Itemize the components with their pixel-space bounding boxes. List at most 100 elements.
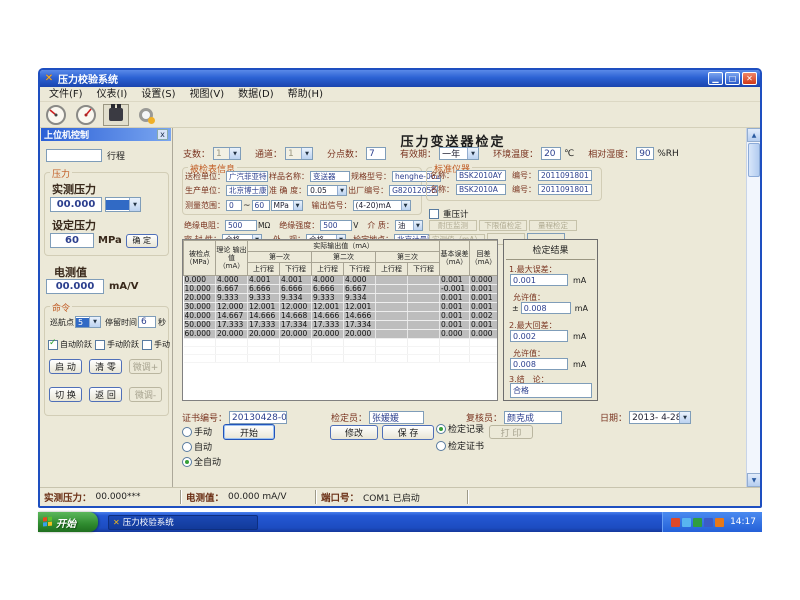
status-bar: 实测压力： 00.000*** 电测值： 00.000 mA/V 端口号： CO… [40, 487, 760, 506]
temperature-input[interactable]: 20 [541, 147, 561, 160]
radio-option[interactable]: 全自动 [182, 455, 221, 468]
taskbar-item-app[interactable]: ✕ 压力校验系统 [108, 515, 258, 530]
signal-combo[interactable]: (4-20)mA▼ [353, 200, 411, 211]
medium-combo[interactable]: 油▼ [395, 220, 423, 231]
sample-input[interactable]: 变送器 [310, 171, 350, 182]
checkbox-option[interactable]: 手动 [142, 339, 170, 350]
modify-button[interactable]: 修改 [330, 425, 378, 440]
minimize-button[interactable]: ▁ [708, 72, 723, 85]
cert-input[interactable]: 20130428-01 [229, 411, 287, 424]
pressure-unit-combo[interactable]: ▼ [105, 197, 141, 212]
travel-input[interactable] [46, 149, 102, 162]
resistance-input[interactable]: 500 [225, 220, 257, 231]
cruise-point-combo[interactable]: 5 ▼ [75, 316, 101, 328]
chevron-down-icon[interactable]: ▼ [129, 198, 140, 211]
reviewer-input[interactable]: 颜克成 [504, 411, 562, 424]
checked-checkbox-icon[interactable] [48, 340, 58, 350]
menu-item[interactable]: 数据(D) [231, 87, 281, 102]
network-tray-icon[interactable] [682, 518, 691, 527]
range-unit-combo[interactable]: MPa▼ [271, 200, 303, 211]
command-button[interactable]: 切 换 [49, 387, 82, 402]
range-low-input[interactable]: 0 [226, 200, 242, 211]
table-row[interactable]: 40.00014.66714.66614.66814.66614.6660.00… [184, 312, 498, 321]
table-row[interactable]: 60.00020.00020.00020.00020.00020.0000.00… [184, 330, 498, 339]
alert-tray-icon[interactable] [671, 518, 680, 527]
vertical-scrollbar[interactable]: ▲ ▼ [746, 128, 760, 487]
number-input[interactable]: 2011091801 [538, 170, 592, 181]
selected-radio-icon[interactable] [436, 424, 446, 434]
range-high-input[interactable]: 60 [252, 200, 270, 211]
table-cell: 20.000 [216, 330, 248, 339]
chevron-down-icon[interactable]: ▼ [679, 412, 690, 423]
save-button[interactable]: 保 存 [382, 425, 434, 440]
number-input[interactable]: 2011091801 [538, 184, 592, 195]
radio-option[interactable]: 自动 [182, 440, 221, 453]
maximize-button[interactable]: □ [725, 72, 740, 85]
chevron-down-icon[interactable]: ▼ [293, 201, 302, 210]
command-button[interactable]: 清 零 [89, 359, 122, 374]
table-row[interactable]: 30.00012.00012.00112.00012.00112.0010.00… [184, 303, 498, 312]
radio-option[interactable]: 检定记录 [436, 422, 484, 435]
menu-item[interactable]: 设置(S) [134, 87, 182, 102]
table-row[interactable]: 50.00017.33317.33317.33417.33317.3340.00… [184, 321, 498, 330]
date-combo[interactable]: 2013- 4-28▼ [629, 411, 691, 424]
dwell-time-input[interactable]: 6 [138, 316, 156, 328]
points-input[interactable]: 7 [366, 147, 386, 160]
menu-item[interactable]: 仪表(I) [90, 87, 135, 102]
table-cell [376, 303, 408, 312]
name-input[interactable]: BSK2010A [456, 184, 506, 195]
humidity-input[interactable]: 90 [636, 147, 654, 160]
name-input[interactable]: BSK2010AY [456, 170, 506, 181]
command-button[interactable]: 返 回 [89, 387, 122, 402]
shield-tray-icon[interactable] [693, 518, 702, 527]
gauge-checkbox[interactable] [429, 209, 439, 219]
set-pressure-input[interactable]: 60 [50, 233, 94, 248]
table-row[interactable]: 20.0009.3339.3339.3349.3339.3340.0010.00… [184, 294, 498, 303]
radio-option[interactable]: 手动 [182, 425, 221, 438]
title-bar[interactable]: ✕ 压力校验系统 ▁ □ ✕ [40, 70, 760, 87]
scroll-up-icon[interactable]: ▲ [747, 128, 760, 142]
verifier-input[interactable]: 张媛媛 [369, 411, 424, 424]
table-row[interactable]: 10.0006.6676.6666.6666.6666.667-0.0010.0… [184, 285, 498, 294]
radio-icon[interactable] [182, 427, 192, 437]
start-button[interactable]: 开始 [38, 512, 98, 532]
radio-option[interactable]: 检定证书 [436, 439, 484, 452]
table-cell: 14.666 [248, 312, 280, 321]
command-button[interactable]: 启 动 [49, 359, 82, 374]
dock-close-icon[interactable]: x [157, 129, 168, 140]
gauge2-toolbar-button[interactable] [73, 104, 99, 126]
radio-icon[interactable] [436, 441, 446, 451]
menu-item[interactable]: 视图(V) [182, 87, 231, 102]
checkbox-option[interactable]: 手动阶跃 [95, 339, 139, 350]
menu-item[interactable]: 文件(F) [42, 87, 90, 102]
chevron-down-icon[interactable]: ▼ [467, 148, 478, 159]
unchecked-checkbox-icon[interactable] [142, 340, 152, 350]
unchecked-checkbox-icon[interactable] [95, 340, 105, 350]
menu-item[interactable]: 帮助(H) [281, 87, 330, 102]
search-toolbar-button[interactable] [133, 104, 159, 126]
gauge1-toolbar-button[interactable] [43, 104, 69, 126]
confirm-button[interactable]: 确 定 [126, 234, 158, 248]
chevron-down-icon[interactable]: ▼ [89, 317, 100, 327]
dock-panel: 上位机控制 x 行程 压力 实测压力 00.000 ▼ 设定压力 [40, 128, 173, 487]
strength-input[interactable]: 500 [320, 220, 352, 231]
table-row[interactable]: 0.0004.0004.0014.0014.0004.0000.0010.000 [184, 276, 498, 285]
validity-combo[interactable]: 一年▼ [439, 147, 479, 160]
update-tray-icon[interactable] [715, 518, 724, 527]
dock-header[interactable]: 上位机控制 x [41, 128, 171, 141]
sender-input[interactable]: 广汽菲亚特 [226, 171, 268, 182]
chevron-down-icon[interactable]: ▼ [401, 201, 410, 210]
app-tray-icon[interactable] [704, 518, 713, 527]
scroll-down-icon[interactable]: ▼ [747, 473, 760, 487]
selected-radio-icon[interactable] [182, 457, 192, 467]
maker-input[interactable]: 北京博士康 [226, 185, 268, 196]
chevron-down-icon[interactable]: ▼ [413, 221, 422, 230]
pump-toolbar-button[interactable] [103, 104, 129, 126]
radio-icon[interactable] [182, 442, 192, 452]
chevron-down-icon[interactable]: ▼ [337, 186, 346, 195]
close-button[interactable]: ✕ [742, 72, 757, 85]
accuracy-combo[interactable]: 0.05▼ [307, 185, 347, 196]
start-verification-button[interactable]: 开始 [223, 424, 275, 440]
scrollbar-thumb[interactable] [748, 143, 760, 177]
checkbox-option[interactable]: 自动阶跃 [48, 339, 92, 350]
